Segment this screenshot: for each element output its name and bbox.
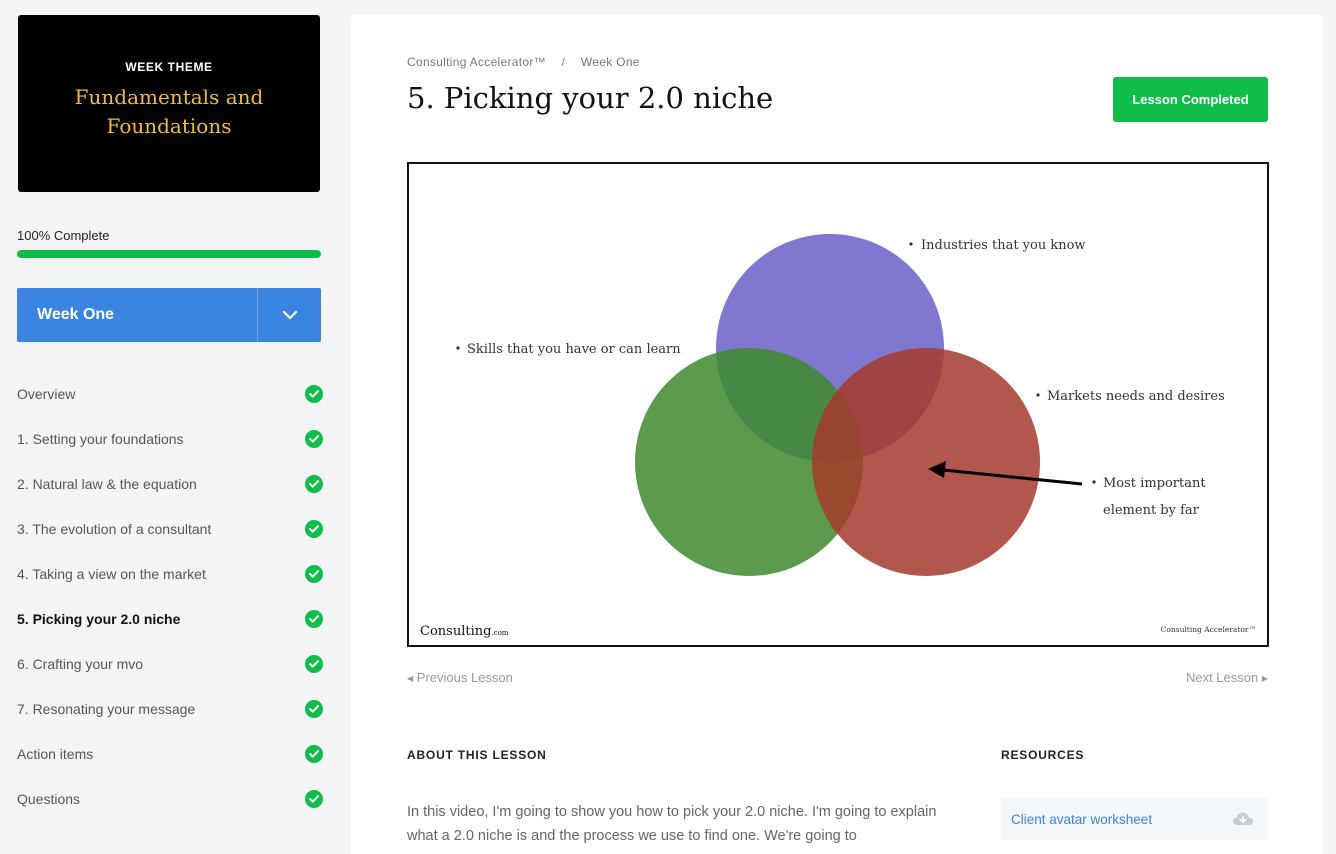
week-dropdown-label: Week One [37, 306, 115, 323]
lesson-item-label: 6. Crafting your mvo [17, 655, 144, 672]
bullet-dot [909, 242, 913, 246]
caret-left-icon: ◀ [407, 674, 414, 683]
about-text: In this video, I'm going to show you how… [407, 804, 937, 844]
chevron-down-icon [282, 310, 297, 320]
lesson-item[interactable]: Action items [17, 731, 323, 776]
week-theme-label: WEEK THEME [125, 60, 213, 74]
lesson-item[interactable]: 2. Natural law & the equation [17, 461, 323, 506]
caret-right-icon: ▶ [1261, 674, 1268, 683]
about-heading: ABOUT THIS LESSON [407, 748, 547, 762]
check-circle-icon [305, 429, 323, 448]
previous-lesson-label: Previous Lesson [416, 670, 513, 685]
week-dropdown-toggle[interactable] [257, 288, 321, 342]
lesson-item[interactable]: 1. Setting your foundations [17, 416, 323, 461]
lesson-item[interactable]: Overview [17, 371, 323, 416]
week-dropdown[interactable]: Week One [17, 288, 321, 342]
resource-item[interactable]: Client avatar worksheet [1001, 798, 1268, 840]
week-theme-title: Fundamentals and Foundations [18, 83, 320, 141]
previous-lesson-link[interactable]: ◀ Previous Lesson [407, 670, 513, 685]
check-circle-icon [305, 519, 323, 538]
lesson-item-label: 3. The evolution of a consultant [17, 520, 212, 537]
consulting-logo: Consulting.com [420, 624, 509, 639]
bullet-dot [1092, 480, 1096, 484]
week-theme-title-line1: Fundamentals and [74, 85, 264, 109]
lesson-content-card: Consulting Accelerator™ / Week One 5. Pi… [351, 15, 1323, 854]
page-title: 5. Picking your 2.0 niche [407, 81, 774, 115]
breadcrumb-separator: / [561, 55, 566, 69]
next-lesson-label: Next Lesson [1185, 670, 1259, 685]
check-circle-icon [305, 384, 323, 403]
venn-diagram: Industries that you know Skills that you… [420, 234, 1256, 639]
check-circle-icon [305, 654, 323, 673]
slide-footer-course: Consulting Accelerator™ [1161, 625, 1256, 634]
resources-heading: RESOURCES [1001, 748, 1085, 762]
progress-label: 100% Complete [17, 228, 110, 243]
lesson-item-label: Action items [17, 745, 94, 762]
lesson-item[interactable]: Questions [17, 776, 323, 821]
lesson-video-slide[interactable]: Industries that you know Skills that you… [407, 162, 1269, 647]
lesson-item-label: 7. Resonating your message [17, 700, 196, 717]
lesson-item-label: 2. Natural law & the equation [17, 475, 197, 492]
lesson-list: Overview 1. Setting your foundations 2. Na… [17, 371, 323, 821]
breadcrumb-week-link[interactable]: Week One [581, 55, 640, 69]
next-lesson-link[interactable]: Next Lesson ▶ [1186, 670, 1268, 685]
progress-bar-fill [17, 250, 321, 258]
week-theme-title-line2: Foundations [106, 114, 232, 138]
check-circle-icon [305, 609, 323, 628]
lesson-item[interactable]: 5. Picking your 2.0 niche [17, 596, 323, 641]
week-theme-card: WEEK THEME Fundamentals and Foundations [18, 15, 320, 192]
check-circle-icon [305, 744, 323, 763]
lesson-completed-button[interactable]: Lesson Completed [1113, 77, 1268, 122]
check-circle-icon [305, 789, 323, 808]
sidebar: WEEK THEME Fundamentals and Foundations … [0, 0, 340, 854]
lesson-item-label: 5. Picking your 2.0 niche [17, 610, 181, 627]
check-circle-icon [305, 564, 323, 583]
label-most-important-2: element by far [1103, 503, 1200, 518]
lesson-item-label: 4. Taking a view on the market [17, 565, 206, 582]
breadcrumb: Consulting Accelerator™ / Week One [407, 55, 640, 69]
bullet-dot [456, 346, 460, 350]
label-markets: Markets needs and desires [1047, 389, 1225, 404]
breadcrumb-course-link[interactable]: Consulting Accelerator™ [407, 55, 546, 69]
bullet-dot [1036, 393, 1040, 397]
lesson-item-label: Overview [17, 385, 76, 402]
lesson-item[interactable]: 7. Resonating your message [17, 686, 323, 731]
lesson-item-label: 1. Setting your foundations [17, 430, 184, 447]
label-skills: Skills that you have or can learn [467, 342, 681, 357]
lesson-item[interactable]: 4. Taking a view on the market [17, 551, 323, 596]
check-circle-icon [305, 474, 323, 493]
lesson-item[interactable]: 3. The evolution of a consultant [17, 506, 323, 551]
label-most-important-1: Most important [1103, 476, 1206, 491]
venn-circle-markets [812, 348, 1040, 576]
label-industries: Industries that you know [921, 238, 1086, 253]
progress-bar [17, 250, 321, 258]
lesson-item-label: Questions [17, 790, 81, 807]
check-circle-icon [305, 699, 323, 718]
cloud-download-icon [1233, 812, 1253, 825]
resource-link[interactable]: Client avatar worksheet [1011, 812, 1152, 827]
lesson-item[interactable]: 6. Crafting your mvo [17, 641, 323, 686]
